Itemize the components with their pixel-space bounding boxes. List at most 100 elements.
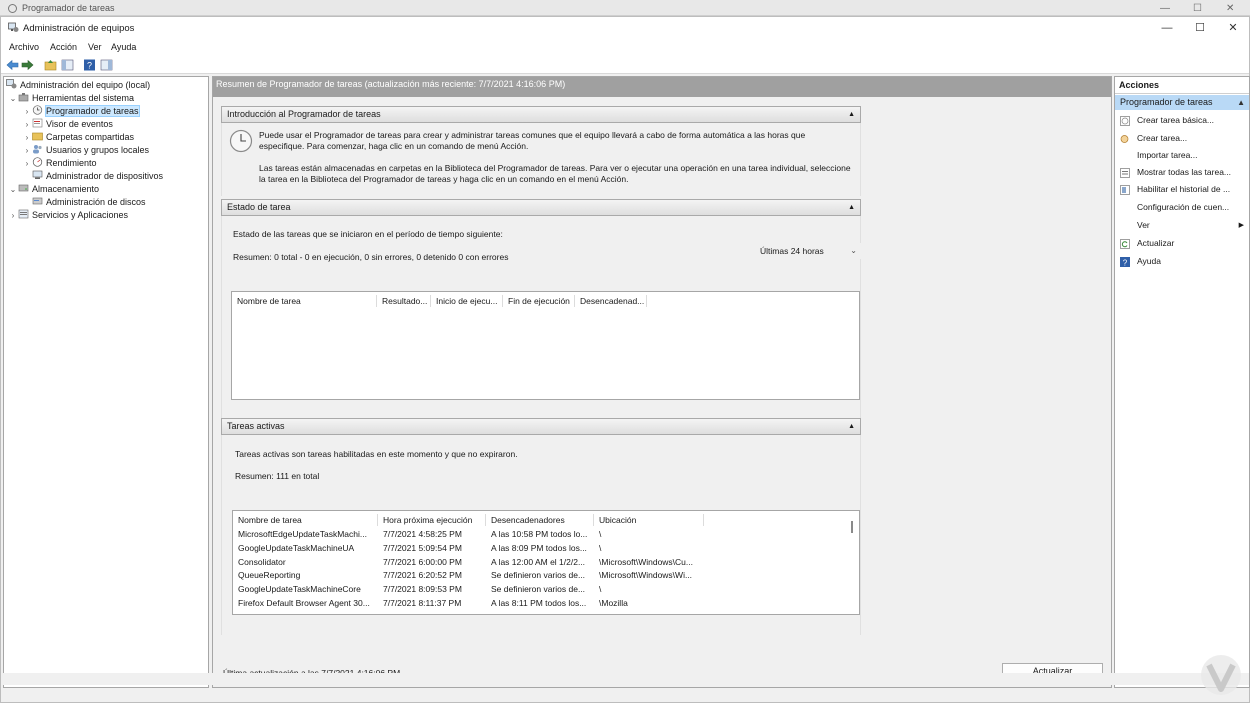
action-create-task[interactable]: Crear tarea... [1115,130,1249,147]
column-header-run-start[interactable]: Inicio de ejecu... [431,295,503,307]
menu-archivo[interactable]: Archivo [9,42,39,52]
collapse-icon[interactable]: ▲ [848,419,855,434]
time-range-select[interactable]: Últimas 24 horas ⌄ [756,243,862,259]
computer-management-window: Administración de equipos — ☐ ✕ Archivo … [0,16,1250,703]
tree-item-shared-folders[interactable]: › Carpetas compartidas [22,131,134,144]
table-cell: A las 8:09 PM todos los... [491,543,587,553]
tree-item-device-manager[interactable]: Administrador de dispositivos [32,170,163,183]
table-cell[interactable]: GoogleUpdateTaskMachineCore [233,583,378,596]
minimize-icon[interactable]: — [1160,3,1170,14]
column-header-result[interactable]: Resultado... [377,295,431,307]
action-enable-history[interactable]: Habilitar el historial de ... [1115,181,1249,198]
background-window-titlebar: Programador de tareas — ☐ ✕ [0,0,1250,16]
show-hide-tree-icon[interactable] [61,59,74,71]
action-account-configuration[interactable]: Configuración de cuen... [1115,199,1249,216]
table-cell[interactable]: Consolidator [233,556,378,569]
actions-group-task-scheduler[interactable]: Programador de tareas ▲ [1115,95,1249,110]
active-tasks-section-header[interactable]: Tareas activas ▲ [221,418,861,435]
table-cell[interactable]: Firefox Default Browser Agent 30... [233,597,378,610]
intro-paragraph-1-line-2: especifique. Para comenzar, haga clic en… [259,141,529,151]
chevron-right-icon[interactable]: › [8,209,18,222]
tree-item-performance[interactable]: › Rendimiento [22,157,97,170]
chevron-right-icon[interactable]: › [22,118,32,131]
toolbar: ? [1,56,1249,74]
action-refresh[interactable]: Actualizar [1115,235,1249,252]
table-cell: 7/7/2021 8:09:53 PM [383,584,462,594]
storage-icon [18,184,29,192]
chevron-right-icon[interactable]: › [22,144,32,157]
minimize-button[interactable]: — [1150,17,1184,39]
status-period-label: Estado de las tareas que se iniciaron en… [233,229,503,239]
summary-header: Resumen de Programador de tareas (actual… [213,77,1111,97]
close-icon[interactable]: ✕ [1226,3,1234,14]
menu-ayuda[interactable]: Ayuda [111,42,136,52]
clock-icon [8,4,17,13]
column-header-triggers[interactable]: Desencadenadores [486,514,594,526]
actions-pane: Acciones Programador de tareas ▲ Crear t… [1114,76,1250,688]
intro-section-header[interactable]: Introducción al Programador de tareas ▲ [221,106,861,123]
task-status-section-body: Estado de las tareas que se iniciaron en… [221,216,862,419]
performance-icon [32,157,43,167]
back-arrow-icon[interactable] [6,59,19,71]
table-cell: \ [599,543,602,553]
maximize-button[interactable]: ☐ [1183,17,1217,39]
action-import-task[interactable]: Importar tarea... [1115,147,1249,164]
active-tasks-description: Tareas activas son tareas habilitadas en… [235,449,518,459]
chevron-down-icon[interactable]: ⌄ [8,183,18,196]
active-tasks-section: Tareas activas ▲ Tareas activas son tare… [221,418,861,639]
window-title: Administración de equipos [23,23,135,34]
tree-item-disk-management[interactable]: Administración de discos [32,196,146,209]
action-help[interactable]: ? Ayuda [1115,253,1249,270]
action-show-all-tasks[interactable]: Mostrar todas las tarea... [1115,164,1249,181]
task-status-section-header[interactable]: Estado de tarea ▲ [221,199,861,216]
table-cell[interactable]: MicrosoftEdgeUpdateTaskMachi... [233,528,378,541]
forward-arrow-icon[interactable] [21,59,34,71]
chevron-right-icon[interactable]: › [22,131,32,144]
collapse-icon[interactable]: ▲ [848,107,855,122]
collapse-icon[interactable]: ▲ [1237,95,1245,110]
chevron-right-icon[interactable]: › [22,157,32,170]
close-button[interactable]: ✕ [1216,17,1250,39]
menu-accion[interactable]: Acción [50,42,77,52]
maximize-icon[interactable]: ☐ [1193,3,1202,14]
action-create-basic-task[interactable]: Crear tarea básica... [1115,112,1249,129]
shared-folder-icon [32,132,43,141]
column-header-task-name[interactable]: Nombre de tarea [233,514,378,526]
chevron-down-icon[interactable]: ⌄ [8,92,18,105]
help-icon[interactable]: ? [83,59,96,71]
action-view[interactable]: Ver ▶ [1115,217,1249,234]
up-folder-icon[interactable] [44,59,57,71]
column-header-location[interactable]: Ubicación [594,514,704,526]
tree-item-storage[interactable]: ⌄ Almacenamiento [8,183,99,196]
intro-paragraph-2-line-1: Las tareas están almacenadas en carpetas… [259,163,851,173]
users-icon [33,145,42,154]
table-cell[interactable]: QueueReporting [233,569,378,582]
tree-item-services-apps[interactable]: › Servicios y Aplicaciones [8,209,128,222]
intro-section: Introducción al Programador de tareas ▲ … [221,106,861,196]
action-pane-icon[interactable] [100,59,113,71]
collapse-icon[interactable]: ▲ [848,200,855,215]
tree-item-event-viewer[interactable]: › Visor de eventos [22,118,113,131]
table-cell: 7/7/2021 4:58:25 PM [383,529,462,539]
active-tasks-list[interactable]: Nombre de tarea Hora próxima ejecución D… [232,510,860,615]
column-header-run-end[interactable]: Fin de ejecución [503,295,575,307]
svg-text:?: ? [87,61,92,71]
chevron-right-icon[interactable]: › [22,105,32,118]
disk-icon [32,197,43,205]
tree-item-system-tools[interactable]: ⌄ Herramientas del sistema [8,92,134,105]
table-cell[interactable]: GoogleUpdateTaskMachineUA [233,542,378,555]
task-status-list[interactable]: Nombre de tarea Resultado... Inicio de e… [231,291,860,400]
intro-section-body: Puede usar el Programador de tareas para… [221,123,861,196]
column-header-next-run[interactable]: Hora próxima ejecución [378,514,486,526]
summary-content[interactable]: Introducción al Programador de tareas ▲ … [213,97,1111,657]
table-cell: Se definieron varios de... [491,570,586,580]
column-header-triggered-by[interactable]: Desencadenad... [575,295,647,307]
tree-item-task-scheduler[interactable]: › Programador de tareas [22,105,140,118]
column-header-task-name[interactable]: Nombre de tarea [232,295,377,307]
navigation-tree: Administración del equipo (local) ⌄ Herra… [3,76,209,688]
menu-ver[interactable]: Ver [88,42,102,52]
tree-item-local-users[interactable]: › Usuarios y grupos locales [22,144,149,157]
tree-item-root[interactable]: Administración del equipo (local) [6,79,150,92]
device-manager-icon [32,170,43,179]
list-scrollbar-thumb[interactable] [851,521,853,533]
